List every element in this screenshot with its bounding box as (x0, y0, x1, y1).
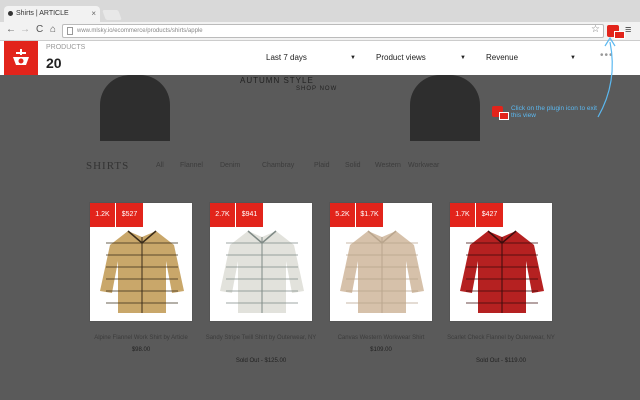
forward-icon[interactable]: → (20, 24, 30, 35)
browser-toolbar: ← → C ⌂ www.mlsky.io/ecommerce/products/… (0, 22, 640, 41)
filter-solid[interactable]: Solid (345, 162, 361, 169)
metric-dropdown[interactable]: Product views ▼ (376, 51, 466, 65)
product-card[interactable]: 1.2K $527 (89, 202, 193, 322)
address-bar[interactable]: www.mlsky.io/ecommerce/products/shirts/a… (62, 24, 604, 38)
filter-denim[interactable]: Denim (220, 162, 240, 169)
metric-value: Product views (376, 53, 426, 62)
product-price: $109.00 (370, 347, 392, 353)
exit-hint-text: Click on the plugin icon to exit this vi… (511, 105, 597, 119)
date-range-value: Last 7 days (266, 53, 307, 62)
section-title: SHIRTS (86, 160, 130, 172)
date-range-dropdown[interactable]: Last 7 days ▼ (266, 51, 356, 65)
product-card[interactable]: 5.2K $1.7K (329, 202, 433, 322)
filter-chambray[interactable]: Chambray (262, 162, 294, 169)
shirt-image (100, 230, 184, 313)
home-icon[interactable]: ⌂ (50, 24, 56, 35)
filter-western[interactable]: Western (375, 162, 401, 169)
filter-flannel[interactable]: Flannel (180, 162, 203, 169)
hero-model-left (100, 75, 170, 141)
product-price: $98.00 (131, 347, 151, 353)
tab-close-icon[interactable]: × (91, 6, 96, 22)
product-sale: Sold Out - $119.00 (476, 358, 526, 364)
product-name[interactable]: Canvas Western Workwear Shirt (321, 334, 441, 342)
shirt-image (460, 230, 544, 313)
hint-badge-icon (499, 112, 509, 120)
chevron-down-icon: ▼ (570, 55, 576, 61)
sort-value: Revenue (486, 53, 519, 62)
product-name[interactable]: Scarlet Check Flannel by Outerwear, NY (441, 334, 561, 342)
back-icon[interactable]: ← (6, 24, 16, 35)
filter-workwear[interactable]: Workwear (408, 162, 439, 169)
browser-tab[interactable]: Shirts | ARTICLE × (4, 6, 100, 22)
chevron-down-icon: ▼ (460, 55, 466, 61)
hero-heading: AUTUMN STYLE (240, 76, 314, 85)
product-name[interactable]: Sandy Stripe Twill Shirt by Outerwear, N… (201, 334, 321, 342)
page-icon (67, 27, 73, 35)
product-card[interactable]: 2.7K $941 (209, 202, 313, 322)
shirt-image (340, 230, 424, 313)
browser-tab-strip: Shirts | ARTICLE × (0, 0, 640, 22)
filter-plaid[interactable]: Plaid (314, 162, 330, 169)
product-card[interactable]: 1.7K $427 (449, 202, 553, 322)
products-count: 20 (46, 55, 62, 71)
plugin-logo (4, 41, 38, 75)
logo-icon (13, 49, 29, 65)
tab-title: Shirts | ARTICLE (16, 10, 69, 17)
new-tab-button[interactable] (102, 10, 122, 20)
chevron-down-icon: ▼ (350, 55, 356, 61)
shirt-image (220, 230, 304, 313)
hero-model-right (410, 75, 480, 141)
url-text[interactable]: www.mlsky.io/ecommerce/products/shirts/a… (77, 25, 203, 37)
sort-dropdown[interactable]: Revenue ▼ (486, 51, 576, 65)
product-name[interactable]: Alpine Flannel Work Shirt by Article (81, 334, 201, 342)
favicon-icon (8, 11, 13, 16)
product-sale: Sold Out - $125.00 (235, 358, 287, 364)
filter-all[interactable]: All (156, 162, 164, 169)
products-label: PRODUCTS (46, 44, 86, 51)
shop-now-link[interactable]: SHOP NOW (296, 86, 337, 92)
reload-icon[interactable]: C (36, 24, 43, 35)
